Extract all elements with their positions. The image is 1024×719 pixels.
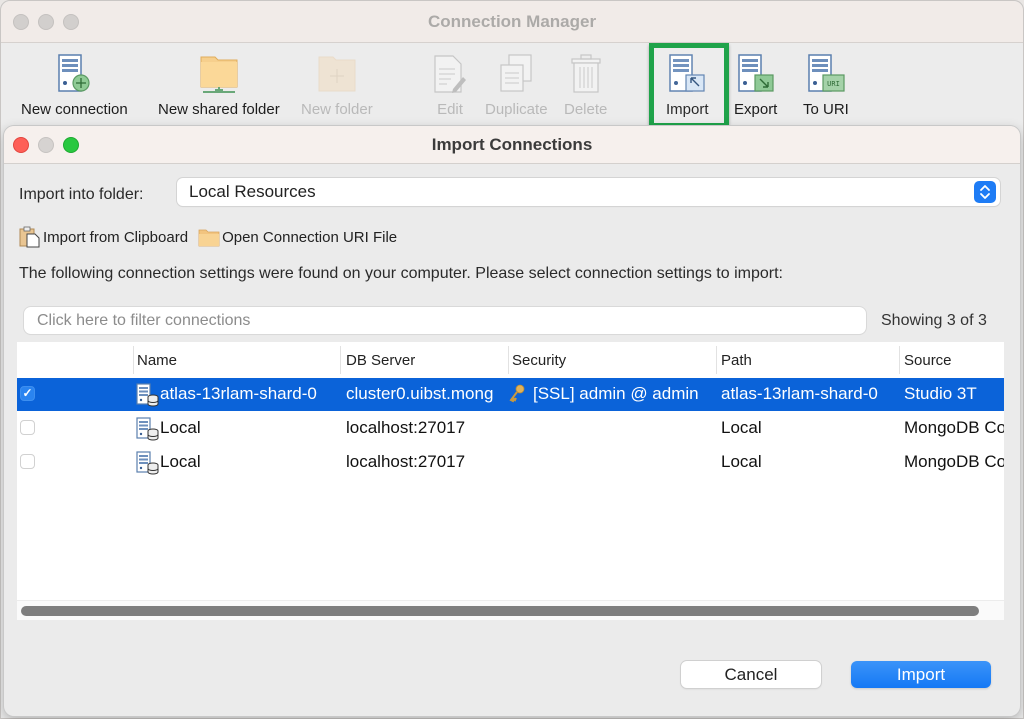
export-button[interactable]: Export [734,53,777,118]
window-title: Connection Manager [427,12,597,31]
new-connection-label: New connection [21,101,128,118]
connections-table: Name DB Server Security Path Source ✓ atl… [17,342,1004,620]
cell-path: atlas-13rlam-shard-0 [721,384,878,403]
select-stepper-icon [974,181,996,203]
column-header-db-server[interactable]: DB Server [346,352,415,369]
import-connections-dialog: Import Connections Import into folder: L… [4,126,1020,716]
cell-db-server: localhost:27017 [346,452,466,471]
new-shared-folder-label: New shared folder [158,101,280,118]
new-connection-button[interactable]: New connection [21,53,128,118]
delete-button[interactable]: Delete [564,53,607,118]
filter-connections-input[interactable] [24,307,866,334]
folder-icon [198,226,220,248]
column-separator [508,346,509,374]
column-header-source[interactable]: Source [904,352,952,369]
showing-count: Showing 3 of 3 [881,312,987,329]
import-button[interactable]: Import [851,661,991,688]
import-sources: Import from Clipboard Open Connection UR… [19,226,407,248]
column-header-path[interactable]: Path [721,352,752,369]
delete-label: Delete [564,101,608,118]
duplicate-label: Duplicate [485,101,548,118]
to-uri-label: To URI [803,101,849,118]
svg-text:URI: URI [827,80,840,88]
info-text: The following connection settings were f… [19,265,783,282]
cell-name: Local [160,418,201,437]
duplicate-icon [495,53,537,95]
cancel-button[interactable]: Cancel [681,661,821,688]
table-row[interactable]: Local localhost:27017 Local MongoDB Co [17,446,1004,479]
duplicate-button[interactable]: Duplicate [485,53,548,118]
folder-label: Import into folder: [19,186,144,203]
horizontal-scrollbar-thumb[interactable] [21,606,979,616]
cell-security: [SSL] admin @ admin [533,384,699,403]
clipboard-icon [19,226,41,248]
new-folder-label: New folder [301,101,373,118]
folder-select-value: Local Resources [189,182,316,201]
edit-label: Edit [437,101,463,118]
import-highlight-box [649,43,729,128]
cell-name: Local [160,452,201,471]
edit-button[interactable]: Edit [429,53,471,118]
column-header-name[interactable]: Name [137,352,177,369]
column-separator [899,346,900,374]
column-separator [133,346,134,374]
edit-document-icon [429,53,471,95]
table-header: Name DB Server Security Path Source [17,342,1004,378]
cell-db-server: localhost:27017 [346,418,466,437]
toolbar: New connection New shared folder New fol… [1,43,1023,125]
connection-icon [135,417,159,441]
cell-path: Local [721,418,762,437]
folder-row: Import into folder: Local Resources [19,178,1000,206]
cell-source: MongoDB Co [904,418,1004,437]
connection-icon [135,383,159,407]
folder-add-icon [316,53,358,95]
cell-name: atlas-13rlam-shard-0 [160,384,317,403]
new-folder-button[interactable]: New folder [301,53,373,118]
table-row[interactable]: Local localhost:27017 Local MongoDB Co [17,412,1004,445]
cell-source: MongoDB Co [904,452,1004,471]
open-uri-file-label: Open Connection URI File [222,228,398,246]
column-separator [340,346,341,374]
key-icon [509,383,525,408]
export-label: Export [734,101,778,118]
horizontal-scrollbar[interactable] [17,600,1004,620]
cell-source: Studio 3T [904,384,977,403]
dialog-titlebar: Import Connections [4,126,1020,164]
table-row[interactable]: ✓ atlas-13rlam-shard-0 cluster0.uibst.mong… [17,378,1004,411]
folder-select[interactable]: Local Resources [177,178,1000,206]
server-add-icon [53,53,95,95]
row-checkbox[interactable] [20,420,35,435]
cell-path: Local [721,452,762,471]
dialog-title: Import Connections [431,135,593,154]
to-uri-button[interactable]: URI To URI [803,53,849,118]
trash-icon [565,53,607,95]
import-from-clipboard-label: Import from Clipboard [43,228,189,246]
new-shared-folder-button[interactable]: New shared folder [158,53,280,118]
shared-folder-icon [198,53,240,95]
column-header-security[interactable]: Security [512,352,566,369]
row-checkbox[interactable] [20,454,35,469]
row-checkbox[interactable]: ✓ [20,386,35,401]
open-uri-file-link[interactable]: Open Connection URI File [198,226,397,248]
main-titlebar: Connection Manager [1,1,1023,43]
connection-icon [135,451,159,475]
export-icon [735,53,777,95]
cell-db-server: cluster0.uibst.mong [346,384,494,403]
uri-icon: URI [805,53,847,95]
column-separator [716,346,717,374]
import-from-clipboard-link[interactable]: Import from Clipboard [19,226,188,248]
